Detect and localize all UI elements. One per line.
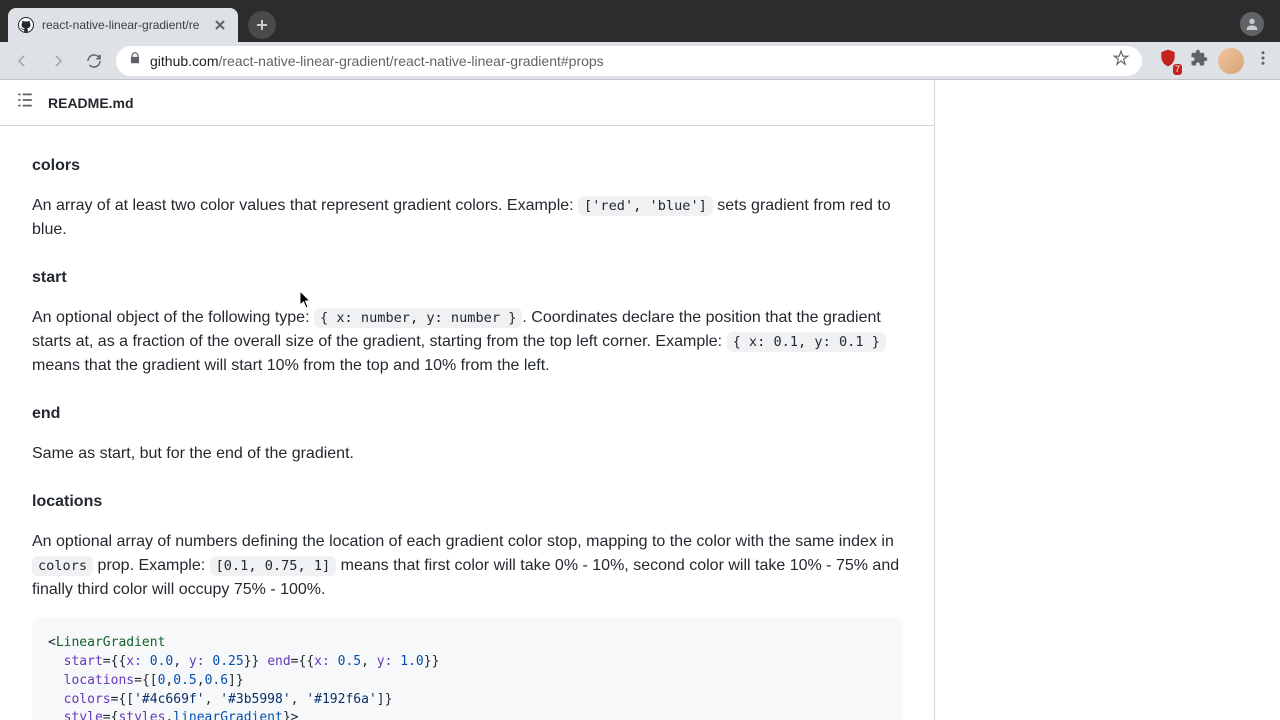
url-text: github.com/react-native-linear-gradient/… <box>150 53 1104 69</box>
back-button[interactable] <box>8 47 36 75</box>
heading-locations: locations <box>32 490 902 514</box>
paragraph-colors: An array of at least two color values th… <box>32 194 902 242</box>
paragraph-locations: An optional array of numbers defining th… <box>32 530 902 602</box>
heading-start: start <box>32 266 902 290</box>
extensions-icon[interactable] <box>1190 49 1208 72</box>
sidebar-empty <box>935 80 1280 720</box>
inline-code: colors <box>32 556 93 576</box>
heading-colors: colors <box>32 154 902 178</box>
browser-chrome: react-native-linear-gradient/re <box>0 0 1280 80</box>
code-block: <LinearGradient start={{x: 0.0, y: 0.25}… <box>32 618 902 720</box>
readme-container: README.md colors An array of at least tw… <box>0 80 935 720</box>
tab-title: react-native-linear-gradient/re <box>42 18 204 32</box>
chrome-account-icon[interactable] <box>1240 12 1264 36</box>
table-of-contents-icon[interactable] <box>16 91 34 114</box>
chrome-menu-icon[interactable] <box>1254 49 1272 72</box>
lock-icon <box>128 51 142 70</box>
reload-button[interactable] <box>80 47 108 75</box>
inline-code: ['red', 'blue'] <box>578 196 713 216</box>
inline-code: { x: 0.1, y: 0.1 } <box>727 332 886 352</box>
heading-end: end <box>32 402 902 426</box>
forward-button[interactable] <box>44 47 72 75</box>
inline-code: [0.1, 0.75, 1] <box>210 556 337 576</box>
readme-filename: README.md <box>48 95 134 111</box>
address-bar[interactable]: github.com/react-native-linear-gradient/… <box>116 46 1142 76</box>
adblock-extension-icon[interactable]: 7 <box>1156 49 1180 73</box>
browser-toolbar: github.com/react-native-linear-gradient/… <box>0 42 1280 80</box>
bookmark-star-icon[interactable] <box>1112 49 1130 72</box>
github-favicon <box>18 17 34 33</box>
paragraph-end: Same as start, but for the end of the gr… <box>32 442 902 466</box>
inline-code: { x: number, y: number } <box>314 308 522 328</box>
new-tab-button[interactable] <box>248 11 276 39</box>
paragraph-start: An optional object of the following type… <box>32 306 902 378</box>
profile-avatar[interactable] <box>1218 48 1244 74</box>
readme-header: README.md <box>0 80 934 126</box>
browser-tab[interactable]: react-native-linear-gradient/re <box>8 8 238 42</box>
tab-bar: react-native-linear-gradient/re <box>0 0 1280 42</box>
close-tab-icon[interactable] <box>212 17 228 33</box>
readme-body: colors An array of at least two color va… <box>0 126 934 720</box>
page-content: README.md colors An array of at least tw… <box>0 80 1280 720</box>
